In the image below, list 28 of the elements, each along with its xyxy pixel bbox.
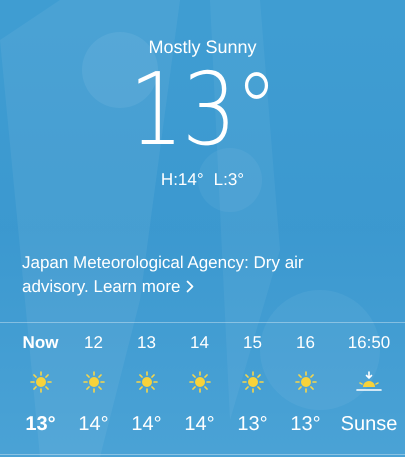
hour-temperature: 14°: [131, 412, 162, 437]
hour-temperature: 14°: [184, 412, 215, 437]
low-temperature: L:3°: [214, 170, 244, 190]
hour-label: 15: [243, 332, 262, 354]
chevron-icon: [186, 280, 194, 293]
learn-more-link[interactable]: Learn more: [94, 277, 194, 296]
hour-temperature: 13°: [237, 412, 268, 437]
sun-icon: [188, 371, 210, 393]
hour-label: 16: [296, 332, 315, 354]
hour-label: 13: [137, 332, 156, 354]
sun-icon: [82, 371, 104, 393]
condition-label: Mostly Sunny: [148, 36, 257, 58]
sunset-icon: [356, 371, 382, 393]
sun-icon: [242, 371, 264, 393]
sun-icon: [30, 371, 52, 393]
sun-icon: [136, 371, 158, 393]
hour-temperature: 14°: [78, 412, 109, 437]
hour-label: Now: [22, 332, 58, 354]
current-temperature: 13°: [128, 60, 276, 160]
event-label: Sunse: [340, 412, 398, 437]
hour-label: 12: [84, 332, 103, 354]
hour-temperature: 13°: [290, 412, 321, 437]
hour-label: 14: [190, 332, 209, 354]
sun-icon: [294, 371, 316, 393]
hour-temperature: 13°: [25, 412, 56, 437]
advisory-text: Japan Meteorological Agency: Dry air advisory. Learn more: [22, 252, 305, 298]
hour-label: 16:50: [348, 332, 390, 354]
high-temperature: H:14°: [160, 170, 204, 190]
